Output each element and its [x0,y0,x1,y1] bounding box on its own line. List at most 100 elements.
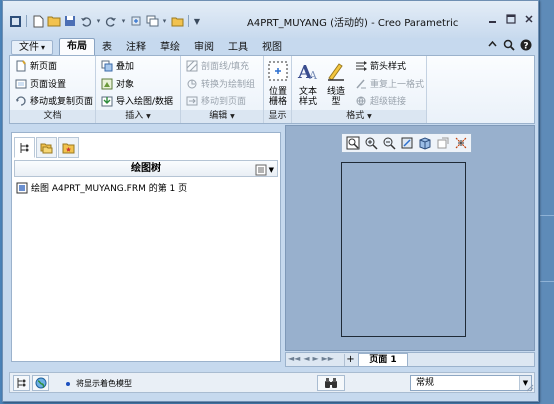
redo-dropdown-icon[interactable]: ▾ [120,14,127,28]
move-to-page-label: 移动到页面 [201,97,247,107]
navigator-tabs [14,137,79,158]
regenerate-icon[interactable] [129,14,143,28]
arrow-style-button[interactable]: 箭头样式 [355,59,406,72]
close-button[interactable] [522,12,536,26]
last-page-icon[interactable]: ►► [322,354,334,363]
tab-review[interactable]: 审阅 [187,40,221,55]
graphics-window[interactable] [285,125,535,351]
find-button[interactable] [317,375,345,391]
overlay-button[interactable]: 叠加 [101,59,134,72]
status-message-text: 将显示着色模型 [76,379,132,388]
windows-icon[interactable] [145,14,159,28]
tree-icon [20,142,28,153]
svg-text:?: ? [523,42,528,52]
move-copy-pages-button[interactable]: 移动或复制页面 [15,94,93,107]
group-display-label: 显示 [264,110,291,123]
svg-text:A: A [308,69,318,82]
position-grid-icon [268,61,288,81]
toggle-navigator-button[interactable] [13,375,30,391]
import-drawing-button[interactable]: 导入绘图/数据 [101,94,173,107]
hyperlink-button[interactable]: 超级链接 [355,94,406,107]
status-message: 将显示着色模型 [66,378,132,389]
selection-filter-select[interactable]: 常规 ▼ [410,375,532,391]
tab-tools[interactable]: 工具 [221,40,255,55]
redo-icon[interactable] [104,14,118,28]
open-folder-icon[interactable] [47,14,61,28]
minimize-button[interactable] [486,12,500,26]
datum-display-icon[interactable] [452,135,469,151]
tab-layout[interactable]: 布局 [59,38,96,55]
tab-file-label: 文件 [19,41,39,53]
tab-favorites[interactable] [58,137,79,158]
tab-table[interactable]: 表 [95,40,119,55]
collapse-ribbon-icon[interactable] [487,39,498,54]
search-icon[interactable] [503,39,515,54]
convert-draw-group-button[interactable]: 转换为绘制组 [186,77,255,90]
next-page-icon[interactable]: ► [312,354,318,363]
model-tree-header: 绘图树 ▼ [14,160,278,177]
status-bar: 将显示着色模型 常规 ▼ [9,372,535,393]
customize-toolbar-icon[interactable]: ▼ [193,14,201,28]
tree-icon [17,378,25,388]
close-window-icon[interactable] [170,14,184,28]
new-file-icon[interactable] [31,14,45,28]
tab-sketch[interactable]: 草绘 [153,40,187,55]
tab-folder-browser[interactable] [36,137,57,158]
object-button[interactable]: 对象 [101,77,134,90]
save-icon[interactable] [63,14,77,28]
convert-draw-group-label: 转换为绘制组 [201,80,256,90]
undo-icon[interactable] [79,14,93,28]
tab-model-tree[interactable] [14,137,35,158]
zoom-out-icon[interactable] [380,135,397,151]
page-setup-button[interactable]: 页面设置 [15,77,66,90]
group-insert: 叠加 对象 导入绘图/数据 插入 ▼ [96,56,181,123]
tab-view[interactable]: 视图 [255,40,289,55]
line-style-button[interactable]: 线造 型 [324,60,348,107]
chevron-down-icon: ▼ [268,166,274,174]
repaint-icon[interactable] [398,135,415,151]
undo-dropdown-icon[interactable]: ▾ [95,14,102,28]
repeat-last-format-label: 重复上一格式 [370,80,425,90]
help-icon[interactable]: ? [520,39,532,54]
move-to-page-button[interactable]: 移动到页面 [186,94,246,107]
folders-icon [40,143,53,153]
tab-file[interactable]: 文件 ▾ [11,40,54,55]
maximize-button[interactable] [504,12,518,26]
page-navigation: ◄◄ ◄ ► ►► [288,354,334,363]
tree-settings-button[interactable]: ▼ [255,162,274,178]
app-menu-icon[interactable] [8,14,22,28]
ribbon-tabs: 文件 ▾ 布局 表 注释 草绘 审阅 工具 视图 [11,38,289,55]
windows-dropdown-icon[interactable]: ▾ [161,14,168,28]
add-page-button[interactable]: + [344,354,356,366]
refit-icon[interactable] [344,135,361,151]
tab-page-1[interactable]: 页面 1 [358,353,408,367]
text-style-label-2: 样式 [298,97,317,107]
arrow-style-label: 箭头样式 [370,62,407,72]
hatch-fill-button[interactable]: 剖面线/填充 [186,59,249,72]
toggle-browser-button[interactable] [32,375,49,391]
text-style-button[interactable]: AA 文本 样式 [296,60,320,107]
group-edit: 剖面线/填充 转换为绘制组 移动到页面 编辑 ▼ [181,56,264,123]
display-style-icon[interactable] [416,135,433,151]
tab-annotate[interactable]: 注释 [119,40,153,55]
new-page-button[interactable]: 新页面 [15,59,57,72]
chevron-down-icon: ▼ [146,113,151,120]
first-page-icon[interactable]: ◄◄ [288,354,300,363]
tree-item-drawing-page[interactable]: 绘图 A4PRT_MUYANG.FRM 的第 1 页 [16,181,187,194]
previous-page-icon[interactable]: ◄ [303,354,309,363]
group-edit-label[interactable]: 编辑 ▼ [181,110,263,123]
group-insert-label[interactable]: 插入 ▼ [96,110,180,123]
zoom-in-icon[interactable] [362,135,379,151]
position-grid-button[interactable]: 位置 栅格 [265,60,291,107]
object-icon [101,78,113,89]
drawing-sheet[interactable] [341,162,466,337]
import-drawing-label: 导入绘图/数据 [116,97,174,107]
group-document: 新页面 页面设置 移动或复制页面 文档 [10,56,96,123]
resize-grip-icon[interactable] [524,382,534,392]
sketch-view-icon[interactable] [434,135,451,151]
quick-access-toolbar: ▾ ▾ ▾ ▼ [8,13,201,29]
ribbon: 新页面 页面设置 移动或复制页面 文档 叠加 对象 导入绘图/数据 插入 ▼ 剖… [9,55,535,124]
group-format-label[interactable]: 格式 ▼ [292,110,426,123]
navigator-panel: 绘图树 ▼ 绘图 A4PRT_MUYANG.FRM 的第 1 页 [11,132,281,362]
repeat-last-format-button[interactable]: 重复上一格式 [355,77,424,90]
